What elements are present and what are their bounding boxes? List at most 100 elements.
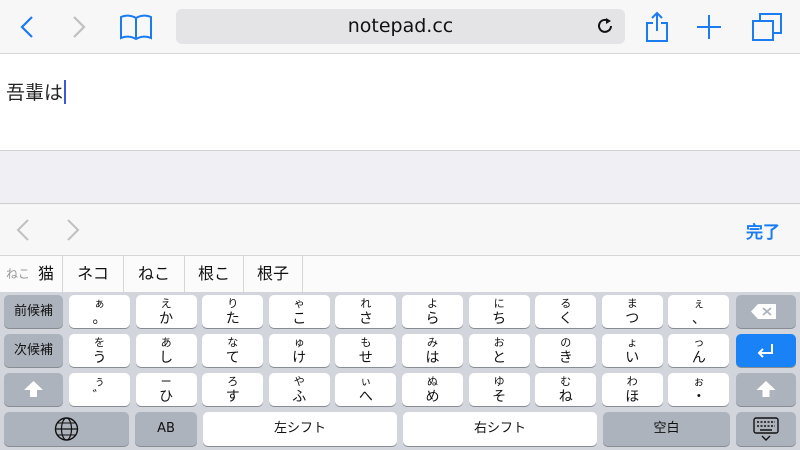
kana-key-upper: わ xyxy=(626,375,638,388)
page-background xyxy=(0,151,800,203)
kana-key[interactable]: ぁ。 xyxy=(69,295,130,328)
kana-key-upper: ー xyxy=(160,375,172,388)
kana-key[interactable]: わほ xyxy=(601,373,663,406)
note-editor[interactable]: 吾輩は xyxy=(0,54,800,151)
kana-key[interactable]: れさ xyxy=(335,295,397,328)
kana-key[interactable]: みは xyxy=(402,334,463,367)
shift-key-right[interactable] xyxy=(736,373,796,406)
bookmarks-icon[interactable] xyxy=(114,0,158,53)
kana-key-lower: ち xyxy=(492,311,507,327)
kana-key-lower: ・ xyxy=(691,389,706,405)
kana-key-upper: ぁ xyxy=(94,297,105,310)
kana-key-upper: も xyxy=(360,336,372,349)
kana-key[interactable]: っん xyxy=(668,334,730,367)
kana-key[interactable]: ょい xyxy=(601,334,663,367)
kana-key-lower: ひ xyxy=(159,389,174,405)
kana-key-lower: か xyxy=(159,311,174,327)
kana-key-upper: を xyxy=(94,336,105,349)
kana-key-lower: 、 xyxy=(691,311,706,327)
left-shift-key[interactable]: 左シフト xyxy=(203,412,397,446)
candidate-item[interactable]: 根こ xyxy=(185,256,244,292)
kana-key[interactable]: ゃこ xyxy=(268,295,330,328)
kana-key[interactable]: ぉ・ xyxy=(668,373,730,406)
shift-key-left[interactable] xyxy=(4,373,63,406)
share-icon[interactable] xyxy=(640,0,674,53)
kana-key-upper: っ xyxy=(693,336,705,349)
candidate-item[interactable]: 猫 xyxy=(30,256,63,292)
next-candidate-key[interactable]: 次候補 xyxy=(4,334,63,367)
kana-key-upper: ぃ xyxy=(360,375,372,388)
enter-key[interactable] xyxy=(736,334,796,367)
candidate-item[interactable]: 根子 xyxy=(244,256,303,292)
kana-key-lower: ふ xyxy=(292,389,307,405)
back-icon[interactable] xyxy=(10,0,44,53)
url-text[interactable]: notepad.cc xyxy=(176,9,625,44)
kana-key[interactable]: もせ xyxy=(335,334,397,367)
shift-icon xyxy=(756,381,776,397)
forward-icon[interactable] xyxy=(62,0,96,53)
kana-key-upper: ぅ xyxy=(94,375,105,388)
kana-key[interactable]: むね xyxy=(535,373,597,406)
next-field-icon[interactable] xyxy=(66,218,86,242)
reload-icon[interactable] xyxy=(595,16,617,38)
kana-key-lower: う xyxy=(92,350,107,366)
delete-key[interactable] xyxy=(736,295,796,328)
kana-key[interactable]: にち xyxy=(468,295,530,328)
keyboard-hide-icon xyxy=(753,417,779,441)
candidate-reading: ねこ xyxy=(5,267,30,281)
kana-key[interactable]: えか xyxy=(135,295,197,328)
kana-key[interactable]: やふ xyxy=(268,373,330,406)
kana-key-upper: ゆ xyxy=(493,375,505,388)
kana-key[interactable]: ぇ、 xyxy=(668,295,730,328)
kana-key-lower: せ xyxy=(358,350,373,366)
kana-key[interactable]: ーひ xyxy=(135,373,197,406)
prev-field-icon[interactable] xyxy=(16,218,36,242)
kana-key[interactable]: まつ xyxy=(601,295,663,328)
backspace-icon xyxy=(751,304,776,319)
kana-key[interactable]: ぅ゛ xyxy=(69,373,130,406)
kana-key[interactable]: ゅけ xyxy=(268,334,330,367)
candidate-item[interactable]: ネコ xyxy=(63,256,124,292)
new-tab-icon[interactable] xyxy=(692,0,726,53)
kana-key-lower: ん xyxy=(691,350,706,366)
kana-key-upper: ぇ xyxy=(693,297,705,310)
kana-key-lower: と xyxy=(492,350,507,366)
candidate-bar: ねこ 猫 ネコ ねこ 根こ 根子 xyxy=(0,255,800,293)
kana-key[interactable]: をう xyxy=(69,334,130,367)
kana-key-lower: ね xyxy=(558,389,573,405)
kana-key-lower: ら xyxy=(425,311,440,327)
kana-key[interactable]: ゆそ xyxy=(468,373,530,406)
tabs-icon[interactable] xyxy=(748,0,786,53)
kana-key-upper: ま xyxy=(626,297,638,310)
dismiss-keyboard-key[interactable] xyxy=(736,412,796,446)
kana-key[interactable]: りた xyxy=(202,295,264,328)
address-bar[interactable]: notepad.cc xyxy=(176,9,625,44)
kana-key-upper: よ xyxy=(427,297,438,310)
kana-key[interactable]: ぬめ xyxy=(402,373,463,406)
prev-candidate-key[interactable]: 前候補 xyxy=(4,295,63,328)
kana-key-lower: き xyxy=(558,350,573,366)
kana-key[interactable]: ろす xyxy=(202,373,264,406)
kana-key[interactable]: おと xyxy=(468,334,530,367)
space-key[interactable]: 空白 xyxy=(603,412,730,446)
candidate-item[interactable]: ねこ xyxy=(124,256,185,292)
globe-icon xyxy=(54,417,79,441)
kana-key-lower: は xyxy=(425,350,440,366)
globe-key[interactable] xyxy=(4,412,129,446)
kana-key[interactable]: よら xyxy=(402,295,463,328)
done-button[interactable]: 完了 xyxy=(746,218,780,243)
kana-key[interactable]: のき xyxy=(535,334,597,367)
kana-key[interactable]: なて xyxy=(202,334,264,367)
kana-key-lower: へ xyxy=(358,389,373,405)
editor-text[interactable]: 吾輩は xyxy=(6,78,63,105)
kana-key-upper: ょ xyxy=(626,336,638,349)
kana-key-upper: ぬ xyxy=(427,375,438,388)
kana-key[interactable]: あし xyxy=(135,334,197,367)
kana-key[interactable]: るく xyxy=(535,295,597,328)
editor-text-line[interactable]: 吾輩は xyxy=(6,78,67,105)
kana-key-lower: い xyxy=(625,350,640,366)
right-shift-key[interactable]: 右シフト xyxy=(403,412,597,446)
kana-key[interactable]: ぃへ xyxy=(335,373,397,406)
kana-key-lower: け xyxy=(292,350,307,366)
ab-key[interactable]: AB xyxy=(135,412,197,446)
